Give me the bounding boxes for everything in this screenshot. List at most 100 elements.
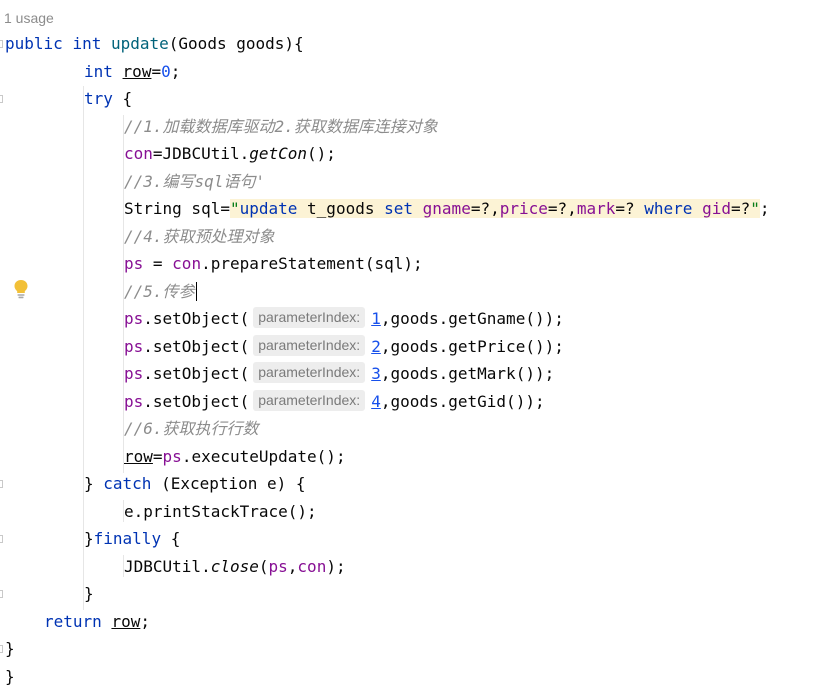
variable-row[interactable]: row <box>111 612 140 631</box>
code-line[interactable]: int row=0; <box>84 59 180 85</box>
keyword-int: int <box>72 34 102 53</box>
method-getcon[interactable]: getCon <box>249 144 307 163</box>
code-text: ,goods.getMark()); <box>380 364 555 383</box>
sql-table-name: t_goods <box>297 199 385 218</box>
code-text: .prepareStatement(sql); <box>201 254 423 273</box>
code-line[interactable]: ps.setObject(parameterIndex: 3,goods.getM… <box>124 361 554 387</box>
code-line[interactable]: ps.setObject(parameterIndex: 1,goods.getG… <box>124 306 564 332</box>
comment-line[interactable]: //5.传参 <box>124 279 198 305</box>
parameter-hint[interactable]: parameterIndex: <box>253 335 366 356</box>
field-con[interactable]: con <box>124 144 153 163</box>
usage-hint[interactable]: 1 usage <box>4 7 54 29</box>
operator-assign: = <box>151 62 162 81</box>
variable-row[interactable]: row <box>123 62 152 81</box>
quote: " <box>750 199 760 218</box>
field-ps[interactable]: ps <box>163 447 182 466</box>
code-text: = <box>143 254 173 273</box>
code-text: .setObject( <box>143 337 250 356</box>
code-text: .executeUpdate(); <box>181 447 346 466</box>
code-text: ,goods.getGid()); <box>380 392 545 411</box>
field-ps[interactable]: ps <box>124 309 143 328</box>
sql-column-price: price <box>499 199 548 218</box>
comment-line[interactable]: //4.获取预处理对象 <box>124 224 275 250</box>
code-text: String sql= <box>124 199 230 218</box>
operator-assign: = <box>152 447 163 466</box>
parameter-index[interactable]: 4 <box>371 392 381 411</box>
code-text: (); <box>307 144 336 163</box>
parameter-index[interactable]: 2 <box>371 337 381 356</box>
code-line[interactable]: try { <box>84 86 132 112</box>
code-line[interactable]: } catch (Exception e) { <box>84 471 306 497</box>
sql-column-mark: mark <box>576 199 616 218</box>
text-caret <box>195 282 198 301</box>
sql-keyword-set: set <box>384 199 414 218</box>
lightbulb-icon[interactable] <box>13 279 29 299</box>
code-text: } <box>84 474 104 493</box>
fold-marker[interactable] <box>0 590 3 598</box>
sql-placeholder: =? <box>730 199 751 218</box>
comment-line[interactable]: //6.获取执行行数 <box>124 416 259 442</box>
sql-string-literal[interactable]: "update t_goods set gname=?,price=?,mark… <box>229 199 760 218</box>
keyword-int: int <box>84 62 113 81</box>
parameter-index[interactable]: 1 <box>371 309 381 328</box>
parameter-index[interactable]: 3 <box>371 364 381 383</box>
parameter-hint[interactable]: parameterIndex: <box>253 390 366 411</box>
code-line[interactable]: }finally { <box>84 526 180 552</box>
semicolon: ; <box>170 62 181 81</box>
code-text: .setObject( <box>143 309 250 328</box>
fold-marker[interactable] <box>0 645 3 653</box>
code-line[interactable]: ps.setObject(parameterIndex: 2,goods.getP… <box>124 334 564 360</box>
keyword-return: return <box>44 612 102 631</box>
brace-close[interactable]: } <box>5 636 15 662</box>
variable-row[interactable]: row <box>124 447 153 466</box>
field-con[interactable]: con <box>172 254 201 273</box>
sql-placeholder: =?, <box>470 199 500 218</box>
fold-marker[interactable] <box>0 95 3 103</box>
field-con[interactable]: con <box>297 557 326 576</box>
comment-line[interactable]: //3.编写sql语句' <box>124 169 265 195</box>
sql-placeholder: =? <box>615 199 645 218</box>
brace-close[interactable]: } <box>84 581 94 607</box>
sql-keyword-where: where <box>644 199 693 218</box>
code-line[interactable]: JDBCUtil.close(ps,con); <box>124 554 346 580</box>
code-text: (Exception e) { <box>151 474 306 493</box>
field-ps[interactable]: ps <box>124 364 143 383</box>
brace-open: { <box>161 529 181 548</box>
semicolon: ; <box>140 612 150 631</box>
code-line[interactable]: row=ps.executeUpdate(); <box>124 444 346 470</box>
number-zero: 0 <box>161 62 171 81</box>
code-line[interactable]: String sql="update t_goods set gname=?,p… <box>124 196 770 222</box>
code-text: .setObject( <box>143 364 250 383</box>
field-ps[interactable]: ps <box>124 337 143 356</box>
field-ps[interactable]: ps <box>269 557 288 576</box>
keyword-try: try <box>84 89 113 108</box>
code-line[interactable]: ps = con.prepareStatement(sql); <box>124 251 423 277</box>
fold-marker[interactable] <box>0 535 3 543</box>
code-line[interactable]: return row; <box>44 609 150 635</box>
parameter-hint[interactable]: parameterIndex: <box>253 307 366 328</box>
code-line[interactable]: con=JDBCUtil.getCon(); <box>124 141 336 167</box>
code-line[interactable]: ps.setObject(parameterIndex: 4,goods.getG… <box>124 389 545 415</box>
field-ps[interactable]: ps <box>124 392 143 411</box>
code-line[interactable]: public int update(Goods goods){ <box>5 31 304 57</box>
keyword-finally: finally <box>93 529 162 548</box>
semicolon: ; <box>759 199 770 218</box>
fold-marker[interactable] <box>0 480 3 488</box>
fold-marker[interactable] <box>0 40 3 48</box>
code-editor[interactable]: 1 usage public int update(Goods goods){ … <box>0 0 825 698</box>
keyword-public: public <box>5 34 63 53</box>
method-close[interactable]: close <box>211 557 259 576</box>
comment-line[interactable]: //1.加载数据库驱动2.获取数据库连接对象 <box>124 114 438 140</box>
field-ps[interactable]: ps <box>124 254 143 273</box>
code-text: ); <box>326 557 346 576</box>
parameter-hint[interactable]: parameterIndex: <box>253 362 366 383</box>
sql-keyword-update: update <box>239 199 298 218</box>
brace-open: { <box>112 89 133 108</box>
method-name-update[interactable]: update <box>111 34 169 53</box>
code-text: ,goods.getGname()); <box>380 309 564 328</box>
brace-close[interactable]: } <box>5 664 15 690</box>
code-line[interactable]: e.printStackTrace(); <box>124 499 317 525</box>
